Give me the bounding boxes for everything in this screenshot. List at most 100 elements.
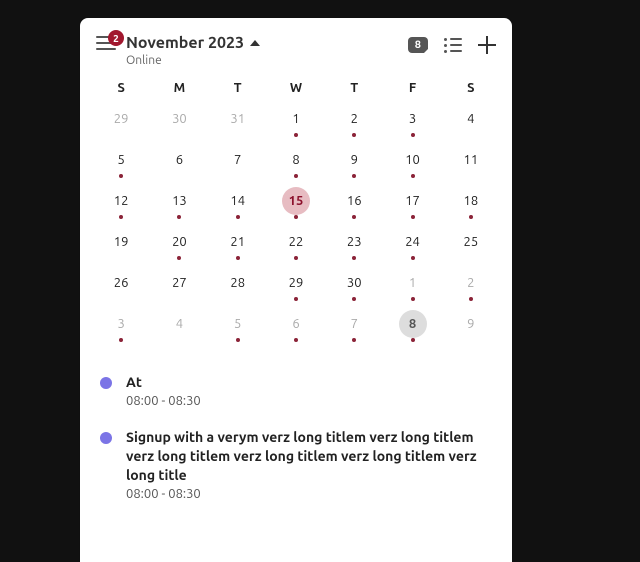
header: 2 November 2023 Online 8 — [80, 18, 512, 75]
day-cell[interactable]: 5 — [92, 144, 150, 185]
event-indicator-dot — [236, 215, 240, 219]
day-cell[interactable]: 29 — [267, 267, 325, 308]
event-list: At08:00 - 08:30 Signup with a verym verz … — [80, 349, 512, 531]
jump-to-today-button[interactable]: 8 — [408, 37, 428, 53]
day-cell[interactable]: 8 — [267, 144, 325, 185]
day-cell[interactable]: 13 — [150, 185, 208, 226]
day-number: 27 — [165, 269, 193, 297]
event-indicator-dot — [294, 215, 298, 219]
day-cell[interactable]: 21 — [209, 226, 267, 267]
day-number: 17 — [399, 187, 427, 215]
day-cell[interactable]: 18 — [442, 185, 500, 226]
day-cell[interactable]: 29 — [92, 103, 150, 144]
event-item[interactable]: At08:00 - 08:30 — [100, 363, 492, 418]
event-color-dot — [100, 377, 112, 389]
day-number: 3 — [399, 105, 427, 133]
day-cell[interactable]: 4 — [442, 103, 500, 144]
calendar-app: 2 November 2023 Online 8 — [80, 18, 512, 562]
day-number: 7 — [340, 310, 368, 338]
event-indicator-dot — [352, 338, 356, 342]
event-indicator-dot — [352, 174, 356, 178]
day-cell[interactable]: 2 — [325, 103, 383, 144]
day-number: 5 — [224, 310, 252, 338]
day-cell[interactable]: 8 — [383, 308, 441, 349]
event-indicator-dot — [119, 338, 123, 342]
day-cell[interactable]: 6 — [150, 144, 208, 185]
day-cell[interactable]: 16 — [325, 185, 383, 226]
day-number: 6 — [282, 310, 310, 338]
month-grid: SMTWTFS 29303112345678910111213141516171… — [80, 75, 512, 349]
day-number: 28 — [224, 269, 252, 297]
day-cell[interactable]: 24 — [383, 226, 441, 267]
event-indicator-dot — [294, 297, 298, 301]
day-cell[interactable]: 9 — [325, 144, 383, 185]
day-cell[interactable]: 4 — [150, 308, 208, 349]
day-number: 26 — [107, 269, 135, 297]
day-cell[interactable]: 26 — [92, 267, 150, 308]
day-cell[interactable]: 23 — [325, 226, 383, 267]
day-cell[interactable]: 30 — [325, 267, 383, 308]
day-number: 23 — [340, 228, 368, 256]
day-cell[interactable]: 28 — [209, 267, 267, 308]
event-indicator-dot — [294, 133, 298, 137]
weekday-header: S — [92, 75, 150, 103]
weekday-header: T — [209, 75, 267, 103]
day-cell[interactable]: 3 — [383, 103, 441, 144]
agenda-view-button[interactable] — [444, 38, 462, 53]
day-cell[interactable]: 19 — [92, 226, 150, 267]
day-number: 2 — [457, 269, 485, 297]
day-cell[interactable]: 1 — [267, 103, 325, 144]
day-number: 7 — [224, 146, 252, 174]
day-cell[interactable]: 7 — [325, 308, 383, 349]
day-cell[interactable]: 14 — [209, 185, 267, 226]
event-indicator-dot — [411, 297, 415, 301]
day-number: 8 — [282, 146, 310, 174]
event-color-dot — [100, 432, 112, 444]
day-cell[interactable]: 15 — [267, 185, 325, 226]
day-cell[interactable]: 17 — [383, 185, 441, 226]
chevron-up-icon — [250, 40, 260, 46]
event-indicator-dot — [411, 174, 415, 178]
event-indicator-dot — [411, 338, 415, 342]
event-indicator-dot — [294, 174, 298, 178]
weekday-header: T — [325, 75, 383, 103]
day-cell[interactable]: 9 — [442, 308, 500, 349]
day-cell[interactable]: 6 — [267, 308, 325, 349]
add-event-button[interactable] — [478, 36, 496, 54]
day-cell[interactable]: 27 — [150, 267, 208, 308]
event-indicator-dot — [411, 133, 415, 137]
day-number: 15 — [282, 187, 310, 215]
event-indicator-dot — [411, 215, 415, 219]
day-number: 18 — [457, 187, 485, 215]
day-cell[interactable]: 1 — [383, 267, 441, 308]
event-title: Signup with a verym verz long titlem ver… — [126, 428, 492, 485]
month-title: November 2023 — [126, 34, 244, 52]
day-cell[interactable]: 20 — [150, 226, 208, 267]
day-number: 1 — [399, 269, 427, 297]
day-cell[interactable]: 5 — [209, 308, 267, 349]
day-cell[interactable]: 22 — [267, 226, 325, 267]
event-indicator-dot — [294, 256, 298, 260]
event-time: 08:00 - 08:30 — [126, 487, 492, 501]
day-cell[interactable]: 10 — [383, 144, 441, 185]
menu-button[interactable]: 2 — [96, 36, 116, 50]
day-number: 13 — [165, 187, 193, 215]
month-selector[interactable]: November 2023 Online — [126, 34, 408, 67]
day-cell[interactable]: 11 — [442, 144, 500, 185]
day-cell[interactable]: 12 — [92, 185, 150, 226]
event-indicator-dot — [119, 215, 123, 219]
event-item[interactable]: Signup with a verym verz long titlem ver… — [100, 418, 492, 511]
event-indicator-dot — [119, 174, 123, 178]
notification-badge: 2 — [108, 30, 124, 46]
day-number: 22 — [282, 228, 310, 256]
day-number: 9 — [340, 146, 368, 174]
day-cell[interactable]: 2 — [442, 267, 500, 308]
day-number: 16 — [340, 187, 368, 215]
header-actions: 8 — [408, 36, 496, 54]
day-cell[interactable]: 25 — [442, 226, 500, 267]
day-cell[interactable]: 30 — [150, 103, 208, 144]
day-cell[interactable]: 3 — [92, 308, 150, 349]
day-cell[interactable]: 31 — [209, 103, 267, 144]
day-number: 20 — [165, 228, 193, 256]
day-cell[interactable]: 7 — [209, 144, 267, 185]
